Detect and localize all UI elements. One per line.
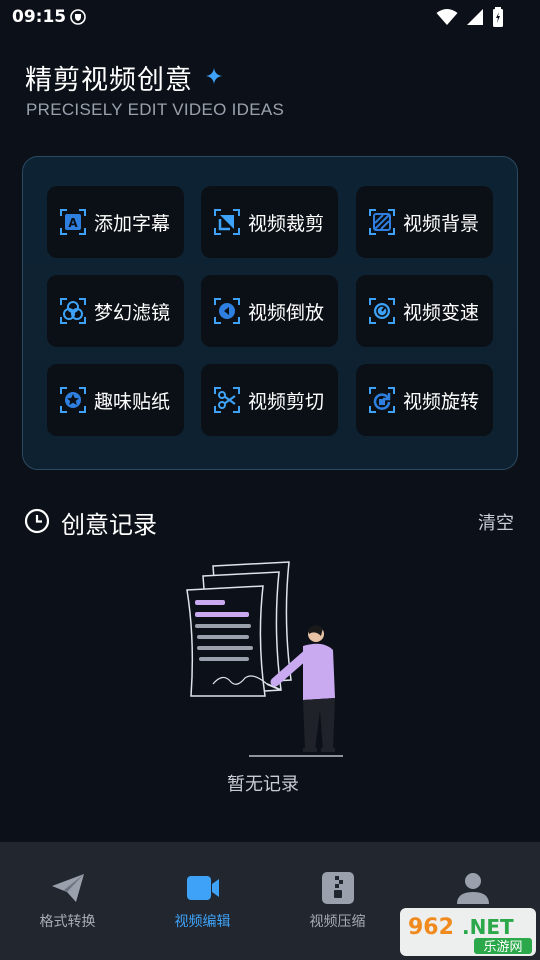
tool-cut-button[interactable]: 视频剪切 bbox=[201, 364, 338, 436]
watermark-logo: 962 .NET 乐游网 bbox=[400, 908, 536, 956]
filter-icon bbox=[60, 298, 86, 324]
sticker-icon bbox=[60, 387, 86, 413]
tool-label: 视频裁剪 bbox=[248, 212, 325, 235]
clock-icon bbox=[24, 508, 50, 534]
paper-plane-icon bbox=[51, 874, 84, 902]
tool-label: 视频旋转 bbox=[403, 390, 480, 413]
tool-label: 视频剪切 bbox=[248, 390, 325, 413]
signal-icon bbox=[467, 9, 483, 25]
battery-icon bbox=[493, 7, 503, 27]
nav-item-video-edit[interactable]: 视频编辑 bbox=[135, 842, 270, 960]
tool-sticker-button[interactable]: 趣味贴纸 bbox=[47, 364, 184, 436]
sparkle-icon bbox=[206, 68, 222, 84]
records-title: 创意记录 bbox=[61, 511, 157, 539]
subtitle-icon: A bbox=[60, 209, 86, 235]
user-icon bbox=[456, 873, 489, 904]
tool-label: 视频背景 bbox=[403, 212, 480, 235]
status-icons bbox=[436, 7, 504, 27]
svg-text:乐游网: 乐游网 bbox=[483, 940, 522, 955]
tool-reverse-button[interactable]: 视频倒放 bbox=[201, 275, 338, 347]
empty-state-illustration bbox=[186, 561, 343, 757]
nav-item-format-convert[interactable]: 格式转换 bbox=[0, 842, 135, 960]
video-camera-icon bbox=[186, 876, 219, 900]
svg-text:962: 962 bbox=[408, 915, 454, 940]
clear-button[interactable]: 清空 bbox=[478, 509, 514, 535]
tool-label: 视频倒放 bbox=[248, 301, 325, 324]
tools-panel: A 添加字幕 视频裁剪 视频背景 梦幻滤镜 视频倒放 视频变速 趣味贴纸 视频剪… bbox=[22, 156, 518, 470]
archive-icon bbox=[321, 872, 354, 904]
nav-label: 格式转换 bbox=[39, 914, 96, 930]
crop-icon bbox=[214, 209, 240, 235]
tool-filter-button[interactable]: 梦幻滤镜 bbox=[47, 275, 184, 347]
nav-label: 视频编辑 bbox=[174, 914, 231, 930]
status-time: 09:15 bbox=[12, 7, 67, 27]
tool-label: 添加字幕 bbox=[94, 212, 171, 235]
tool-rotate-button[interactable]: 视频旋转 bbox=[356, 364, 493, 436]
empty-state-text: 暂无记录 bbox=[227, 774, 299, 795]
status-bar: 09:15 bbox=[0, 0, 540, 34]
tool-speed-button[interactable]: 视频变速 bbox=[356, 275, 493, 347]
tool-crop-button[interactable]: 视频裁剪 bbox=[201, 186, 338, 258]
tool-add-subtitle-button[interactable]: A 添加字幕 bbox=[47, 186, 184, 258]
page-title: 精剪视频创意 bbox=[25, 65, 193, 96]
tool-background-button[interactable]: 视频背景 bbox=[356, 186, 493, 258]
rotate-icon bbox=[369, 387, 395, 413]
background-icon bbox=[369, 209, 395, 235]
nav-item-video-compress[interactable]: 视频压缩 bbox=[270, 842, 405, 960]
wifi-icon bbox=[436, 9, 458, 25]
tool-label: 视频变速 bbox=[403, 301, 480, 324]
tool-label: 梦幻滤镜 bbox=[94, 301, 171, 324]
scissors-icon bbox=[214, 387, 240, 413]
tool-label: 趣味贴纸 bbox=[94, 390, 171, 413]
nav-label: 视频压缩 bbox=[309, 914, 366, 930]
page-subtitle: PRECISELY EDIT VIDEO IDEAS bbox=[26, 100, 285, 119]
svg-text:A: A bbox=[68, 216, 78, 230]
svg-text:.NET: .NET bbox=[462, 915, 514, 939]
shield-icon bbox=[70, 9, 86, 25]
reverse-icon bbox=[214, 298, 240, 324]
speed-icon bbox=[369, 298, 395, 324]
